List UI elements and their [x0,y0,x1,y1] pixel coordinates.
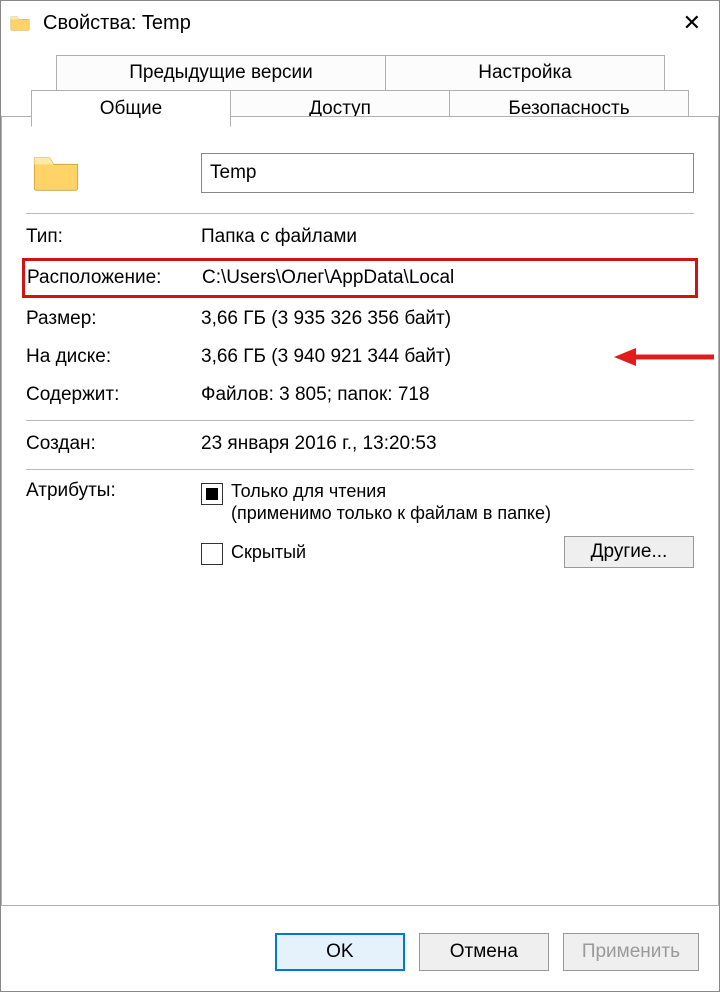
hidden-checkbox[interactable] [201,543,223,565]
advanced-attributes-button[interactable]: Другие... [564,536,694,568]
created-label: Создан: [26,433,201,455]
size-on-disk-label: На диске: [26,346,201,368]
dialog-footer: OK Отмена Применить [275,933,699,971]
location-value: C:\Users\Олег\AppData\Local [202,267,693,289]
divider [26,469,694,470]
hidden-attribute-row: Скрытый Другие... [201,536,694,568]
created-value: 23 января 2016 г., 13:20:53 [201,433,694,455]
size-label: Размер: [26,308,201,330]
attributes-label: Атрибуты: [26,480,201,502]
titlebar: Свойства: Temp ✕ [1,1,719,45]
close-button[interactable]: ✕ [673,6,711,40]
location-row: Расположение: C:\Users\Олег\AppData\Loca… [27,265,693,291]
folder-icon-large [30,147,82,199]
folder-icon [9,12,31,34]
readonly-checkbox[interactable] [201,483,223,505]
readonly-label-line2: (применимо только к файлам в папке) [231,503,551,523]
size-value: 3,66 ГБ (3 935 326 356 байт) [201,308,694,330]
size-row: Размер: 3,66 ГБ (3 935 326 356 байт) [26,300,694,338]
apply-button[interactable]: Применить [563,933,699,971]
hidden-label: Скрытый [231,541,306,563]
type-label: Тип: [26,226,201,248]
type-row: Тип: Папка с файлами [26,218,694,256]
divider [26,213,694,214]
tab-general[interactable]: Общие [31,90,231,127]
contains-label: Содержит: [26,384,201,406]
divider [26,420,694,421]
size-on-disk-row: На диске: 3,66 ГБ (3 940 921 344 байт) [26,338,694,376]
readonly-label-line1: Только для чтения [231,481,386,501]
location-label: Расположение: [27,267,202,289]
folder-name-input[interactable] [201,153,694,193]
type-value: Папка с файлами [201,226,694,248]
arrow-annotation-icon [614,342,714,372]
contains-row: Содержит: Файлов: 3 805; папок: 718 [26,376,694,414]
attributes-row: Атрибуты: Только для чтения (применимо т… [26,474,694,586]
tab-customize[interactable]: Настройка [385,55,665,91]
contains-value: Файлов: 3 805; папок: 718 [201,384,694,406]
name-row [26,139,694,207]
properties-dialog: Свойства: Temp ✕ Предыдущие версии Настр… [0,0,720,992]
ok-button[interactable]: OK [275,933,405,971]
tab-previous-versions[interactable]: Предыдущие версии [56,55,386,91]
created-row: Создан: 23 января 2016 г., 13:20:53 [26,425,694,463]
location-highlight-annotation: Расположение: C:\Users\Олег\AppData\Loca… [22,258,698,298]
tab-panel-general: Тип: Папка с файлами Расположение: C:\Us… [1,116,719,906]
readonly-attribute: Только для чтения (применимо только к фа… [201,480,694,524]
cancel-button[interactable]: Отмена [419,933,549,971]
window-title: Свойства: Temp [43,12,673,35]
